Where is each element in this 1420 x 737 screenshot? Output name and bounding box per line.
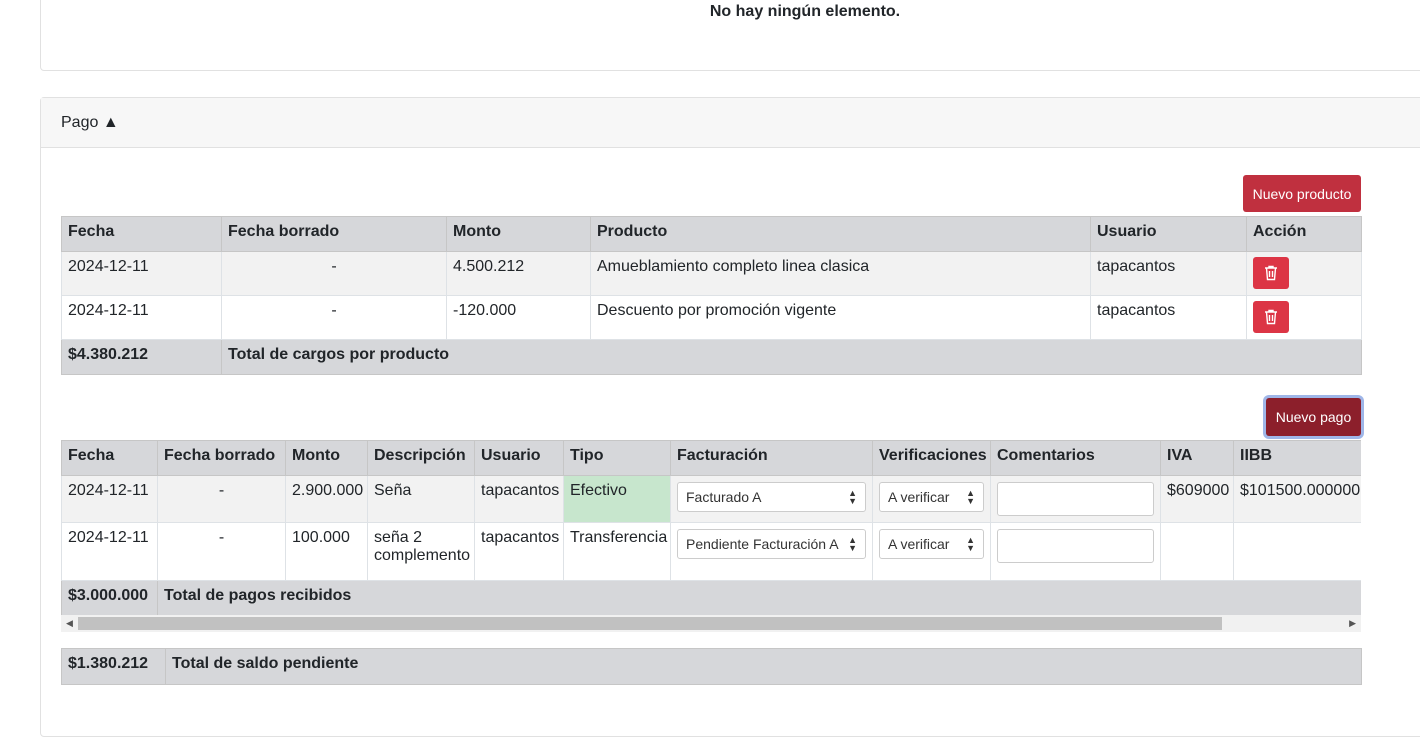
cell-usuario: tapacantos [1090, 295, 1247, 340]
cell-iibb: $101500.000000 [1233, 475, 1361, 523]
scroll-right-icon[interactable]: ▶ [1349, 618, 1356, 629]
pago-header[interactable]: Pago ▲ [41, 98, 1420, 148]
cell-verificaciones: A verificar ▲ ▼ [872, 475, 991, 523]
delete-button[interactable] [1253, 301, 1289, 333]
cell-usuario: tapacantos [474, 475, 564, 523]
col-usuario: Usuario [1090, 216, 1247, 252]
comentarios-input[interactable] [997, 529, 1154, 563]
cell-tipo: Efectivo [563, 475, 671, 523]
col-fecha: Fecha [61, 216, 222, 252]
col-fecha-borrado: Fecha borrado [157, 440, 286, 476]
table-row: 2024-12-11 - -120.000 Descuento por prom… [61, 295, 1362, 340]
horizontal-scrollbar[interactable]: ◀ ▶ [61, 615, 1361, 632]
payments-scroll-container: Fecha Fecha borrado Monto Descripción Us… [61, 440, 1361, 615]
payments-total-label: Total de pagos recibidos [157, 580, 1361, 615]
cell-producto: Amueblamiento completo linea clasica [590, 251, 1091, 296]
facturacion-value: Pendiente Facturación A [686, 536, 839, 552]
payments-total-row: $3.000.000 Total de pagos recibidos [61, 580, 1361, 615]
col-tipo: Tipo [563, 440, 671, 476]
cell-comentarios [990, 475, 1161, 523]
cell-iva: $609000 [1160, 475, 1234, 523]
cell-iibb [1233, 522, 1361, 581]
cell-producto: Descuento por promoción vigente [590, 295, 1091, 340]
comentarios-input[interactable] [997, 482, 1154, 516]
facturacion-select[interactable]: Pendiente Facturación A ▲ ▼ [677, 529, 866, 559]
balance-table: $1.380.212 Total de saldo pendiente [61, 648, 1362, 685]
col-fecha-borrado: Fecha borrado [221, 216, 447, 252]
verificacion-value: A verificar [888, 536, 950, 552]
products-total-row: $4.380.212 Total de cargos por producto [61, 339, 1362, 375]
col-iibb: IIBB [1233, 440, 1361, 476]
payments-total-value: $3.000.000 [61, 580, 158, 615]
cell-accion [1246, 295, 1362, 340]
cell-monto: 4.500.212 [446, 251, 591, 296]
sort-arrows-icon: ▲ ▼ [966, 535, 975, 553]
balance-label: Total de saldo pendiente [165, 648, 1362, 685]
cell-iva [1160, 522, 1234, 581]
trash-icon [1265, 309, 1277, 325]
scroll-left-icon[interactable]: ◀ [66, 618, 73, 629]
cell-descripcion: seña 2 complemento [367, 522, 475, 581]
col-verificaciones: Verificaciones [872, 440, 991, 476]
trash-icon [1265, 265, 1277, 281]
col-fecha: Fecha [61, 440, 158, 476]
sort-arrows-icon: ▲ ▼ [848, 535, 857, 553]
col-iva: IVA [1160, 440, 1234, 476]
cell-usuario: tapacantos [1090, 251, 1247, 296]
col-facturacion: Facturación [670, 440, 873, 476]
col-monto: Monto [285, 440, 368, 476]
products-total-value: $4.380.212 [61, 339, 222, 375]
col-producto: Producto [590, 216, 1091, 252]
cell-tipo: Transferencia [563, 522, 671, 581]
products-table: Fecha Fecha borrado Monto Producto Usuar… [61, 216, 1362, 375]
cell-fecha: 2024-12-11 [61, 295, 222, 340]
cell-monto: 100.000 [285, 522, 368, 581]
table-row: 2024-12-11 - 4.500.212 Amueblamiento com… [61, 251, 1362, 296]
cell-fecha: 2024-12-11 [61, 522, 158, 581]
cell-descripcion: Seña [367, 475, 475, 523]
verificaciones-select[interactable]: A verificar ▲ ▼ [879, 482, 984, 512]
col-descripcion: Descripción [367, 440, 475, 476]
col-comentarios: Comentarios [990, 440, 1161, 476]
new-product-button[interactable]: Nuevo producto [1243, 175, 1361, 212]
cell-fecha: 2024-12-11 [61, 251, 222, 296]
cell-facturacion: Pendiente Facturación A ▲ ▼ [670, 522, 873, 581]
facturacion-value: Facturado A [686, 489, 762, 505]
col-monto: Monto [446, 216, 591, 252]
cell-fecha-borrado: - [221, 295, 447, 340]
table-row: 2024-12-11 - 2.900.000 Seña tapacantos E… [61, 475, 1361, 523]
new-payment-button[interactable]: Nuevo pago [1266, 398, 1361, 436]
cell-fecha-borrado: - [157, 475, 286, 523]
cell-comentarios [990, 522, 1161, 581]
empty-message: No hay ningún elemento. [709, 3, 901, 20]
verificacion-value: A verificar [888, 489, 950, 505]
col-usuario: Usuario [474, 440, 564, 476]
cell-fecha-borrado: - [221, 251, 447, 296]
pago-title[interactable]: Pago ▲ [61, 114, 119, 132]
cell-fecha: 2024-12-11 [61, 475, 158, 523]
sort-arrows-icon: ▲ ▼ [848, 488, 857, 506]
sort-arrows-icon: ▲ ▼ [966, 488, 975, 506]
cell-facturacion: Facturado A ▲ ▼ [670, 475, 873, 523]
payments-table: Fecha Fecha borrado Monto Descripción Us… [61, 440, 1361, 615]
facturacion-select[interactable]: Facturado A ▲ ▼ [677, 482, 866, 512]
balance-value: $1.380.212 [61, 648, 166, 685]
products-total-label: Total de cargos por producto [221, 339, 1362, 375]
table-row: 2024-12-11 - 100.000 seña 2 complemento … [61, 522, 1361, 581]
cell-usuario: tapacantos [474, 522, 564, 581]
cell-fecha-borrado: - [157, 522, 286, 581]
pago-card: Pago ▲ [40, 97, 1420, 737]
scroll-thumb[interactable] [78, 617, 1222, 630]
delete-button[interactable] [1253, 257, 1289, 289]
cell-verificaciones: A verificar ▲ ▼ [872, 522, 991, 581]
cell-accion [1246, 251, 1362, 296]
col-accion: Acción [1246, 216, 1362, 252]
cell-monto: -120.000 [446, 295, 591, 340]
cell-monto: 2.900.000 [285, 475, 368, 523]
verificaciones-select[interactable]: A verificar ▲ ▼ [879, 529, 984, 559]
